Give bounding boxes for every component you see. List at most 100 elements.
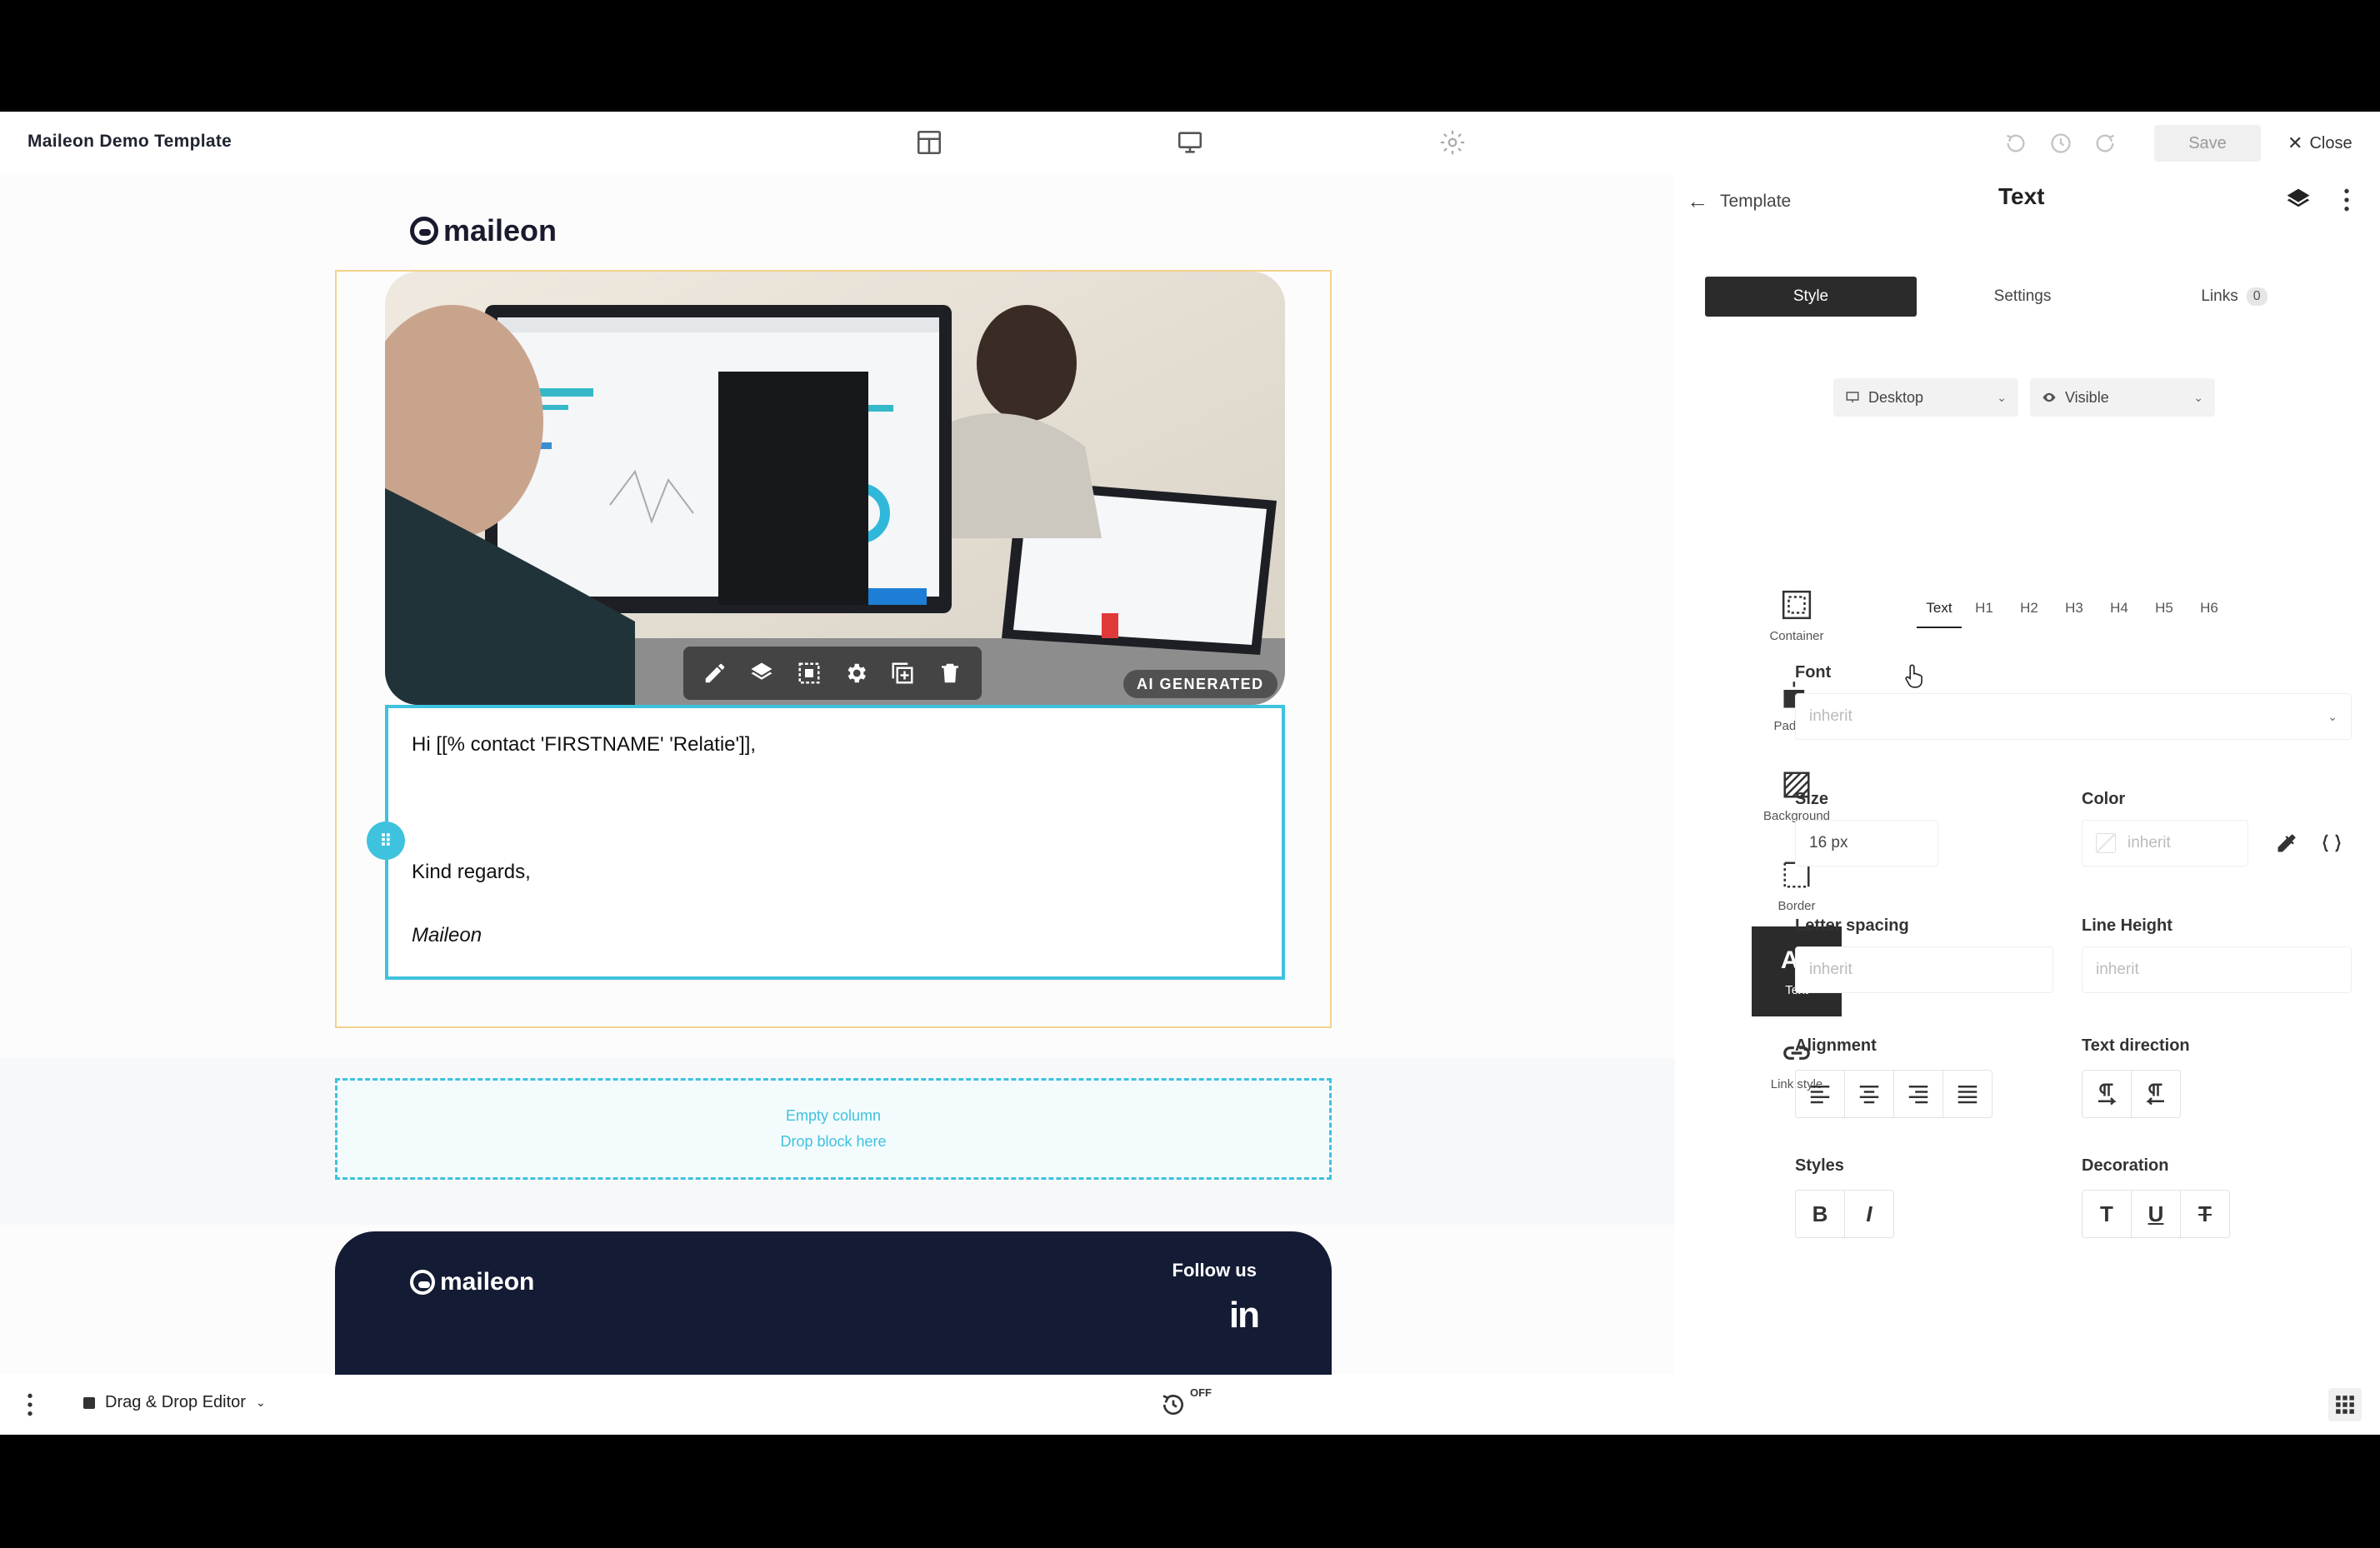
header-logo[interactable]: maileon — [410, 213, 557, 248]
align-right-icon — [1908, 1086, 1928, 1104]
tab-links[interactable]: Links 0 — [2128, 277, 2340, 317]
color-label: Color — [2082, 790, 2126, 808]
ltr-button[interactable] — [2082, 1071, 2132, 1117]
no-decoration-button[interactable]: T — [2082, 1191, 2132, 1237]
more-vertical-icon[interactable] — [2338, 187, 2355, 213]
undo-icon[interactable] — [2004, 132, 2028, 155]
empty-column-dropzone[interactable]: Empty column Drop block here — [335, 1078, 1332, 1180]
size-input[interactable]: 16 px — [1795, 820, 1938, 866]
size-label: Size — [1795, 790, 1829, 808]
bottom-bar: Drag & Drop Editor ⌄ OFF — [0, 1375, 2380, 1435]
container-icon — [1782, 590, 1812, 619]
closing-text[interactable]: Kind regards, — [412, 861, 531, 884]
htab-text[interactable]: Text — [1917, 600, 1962, 628]
layers-icon[interactable] — [2285, 187, 2312, 213]
htab-h3[interactable]: H3 — [2052, 600, 2097, 628]
alignment-group — [1795, 1070, 1992, 1118]
chevron-down-icon: ⌄ — [1997, 390, 2007, 404]
tab-style[interactable]: Style — [1705, 277, 1917, 317]
header-logo-text: maileon — [443, 213, 558, 247]
autosave-history-icon — [1162, 1395, 1183, 1416]
letter-spacing-input[interactable]: inherit — [1795, 946, 2053, 993]
grid-toggle-button[interactable] — [2328, 1388, 2362, 1421]
template-title: Maileon Demo Template — [28, 132, 232, 151]
desktop-icon — [1846, 392, 1859, 402]
signature-text[interactable]: Maileon — [412, 924, 482, 947]
tab-settings[interactable]: Settings — [1917, 277, 2128, 317]
linkedin-icon[interactable]: in — [1229, 1295, 1260, 1336]
autosave-toggle[interactable]: OFF — [1160, 1386, 1212, 1418]
htab-h6[interactable]: H6 — [2187, 600, 2232, 628]
align-justify-button[interactable] — [1943, 1071, 1992, 1117]
duplicate-icon[interactable] — [890, 661, 915, 686]
editor-mode-dropdown[interactable]: Drag & Drop Editor ⌄ — [83, 1393, 266, 1412]
align-center-button[interactable] — [1845, 1071, 1894, 1117]
htab-h2[interactable]: H2 — [2007, 600, 2052, 628]
underline-button[interactable]: U — [2132, 1191, 2181, 1237]
drag-handle-icon[interactable]: ⠿ — [367, 821, 405, 860]
greeting-text[interactable]: Hi [[% contact 'FIRSTNAME' 'Relatie']], — [412, 733, 756, 757]
bold-button[interactable]: B — [1796, 1191, 1845, 1237]
footer-logo-icon — [410, 1270, 435, 1295]
links-count-badge: 0 — [2246, 287, 2268, 306]
empty-column-title: Empty column — [785, 1107, 882, 1124]
ai-generated-badge: AI GENERATED — [1123, 670, 1278, 698]
text-direction-label: Text direction — [2082, 1036, 2190, 1055]
hero-image[interactable] — [385, 272, 1285, 705]
grid-icon — [2336, 1396, 2354, 1414]
footer-block[interactable]: maileon Follow us in — [335, 1231, 1332, 1375]
arrow-left-icon: ← — [1687, 188, 1708, 213]
chevron-down-icon: ⌄ — [2193, 390, 2203, 404]
align-left-button[interactable] — [1796, 1071, 1845, 1117]
rail-container-label: Container — [1769, 628, 1824, 643]
color-input[interactable]: inherit — [2082, 820, 2248, 866]
block-settings-gear-icon[interactable] — [843, 661, 868, 686]
layers-icon[interactable] — [749, 661, 774, 686]
edit-pencil-icon[interactable] — [702, 661, 728, 686]
font-select[interactable]: inherit ⌄ — [1795, 693, 2352, 740]
back-to-template-button[interactable]: ← Template — [1687, 188, 1791, 214]
htab-h5[interactable]: H5 — [2142, 600, 2187, 628]
color-value: inherit — [2128, 834, 2171, 851]
visibility-dropdown[interactable]: Visible ⌄ — [2030, 378, 2215, 417]
settings-gear-icon[interactable] — [1438, 128, 1467, 157]
alignment-label: Alignment — [1795, 1036, 1877, 1055]
rtl-paragraph-icon — [2146, 1083, 2164, 1106]
device-dropdown[interactable]: Desktop ⌄ — [1833, 378, 2018, 417]
history-icon[interactable] — [2049, 132, 2072, 155]
office-photo — [385, 272, 1285, 705]
color-swatch[interactable] — [2096, 833, 2116, 853]
code-braces-icon[interactable] — [2320, 831, 2343, 855]
eye-icon — [2042, 392, 2056, 402]
autosave-state: OFF — [1190, 1386, 1212, 1399]
close-button[interactable]: ✕ Close — [2288, 125, 2352, 162]
select-block-icon[interactable] — [797, 661, 822, 686]
delete-trash-icon[interactable] — [938, 661, 962, 686]
heading-tabs: Text H1 H2 H3 H4 H5 H6 — [1917, 600, 2232, 628]
block-toolbar — [683, 647, 982, 700]
font-value: inherit — [1809, 707, 1852, 725]
decoration-label: Decoration — [2082, 1156, 2169, 1175]
rail-container[interactable]: Container — [1752, 575, 1842, 657]
top-bar: Maileon Demo Template Save ✕ Close — [0, 112, 2380, 175]
italic-button[interactable]: I — [1845, 1191, 1893, 1237]
maileon-logo-icon — [410, 217, 438, 245]
more-vertical-icon[interactable] — [25, 1391, 35, 1418]
rtl-button[interactable] — [2132, 1071, 2180, 1117]
selected-text-block[interactable]: Hi [[% contact 'FIRSTNAME' 'Relatie']], … — [385, 705, 1285, 980]
eyedropper-icon[interactable] — [2275, 831, 2298, 855]
footer-logo: maileon — [410, 1268, 534, 1296]
strikethrough-button[interactable]: T — [2181, 1191, 2229, 1237]
layout-icon[interactable] — [915, 128, 943, 157]
htab-h1[interactable]: H1 — [1962, 600, 2007, 628]
panel-tabs: Style Settings Links 0 — [1705, 277, 2272, 317]
line-height-input[interactable]: inherit — [2082, 946, 2352, 993]
hand-pointer-cursor-icon — [1905, 664, 1922, 688]
editor-mode-icon — [83, 1396, 95, 1409]
follow-us-label: Follow us — [1172, 1260, 1257, 1281]
htab-h4[interactable]: H4 — [2097, 600, 2142, 628]
desktop-preview-icon[interactable] — [1176, 128, 1204, 157]
redo-icon[interactable] — [2093, 132, 2117, 155]
save-button[interactable]: Save — [2154, 125, 2261, 162]
align-right-button[interactable] — [1894, 1071, 1943, 1117]
